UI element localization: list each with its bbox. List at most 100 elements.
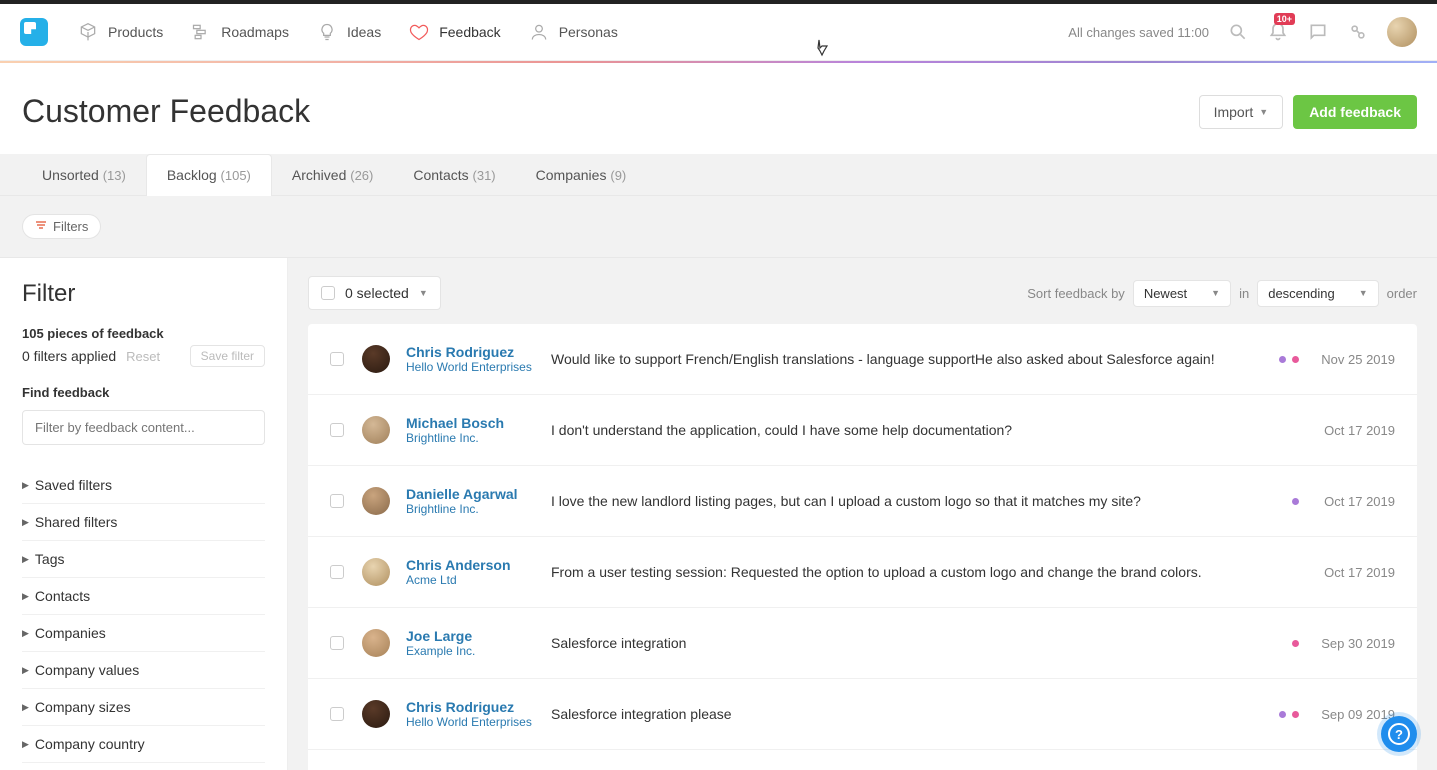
filter-section-label: Tags <box>35 551 65 567</box>
nav-products[interactable]: Products <box>78 22 163 42</box>
contact-name[interactable]: Michael Bosch <box>406 415 551 431</box>
tab-contacts[interactable]: Contacts (31) <box>393 154 515 195</box>
filter-section[interactable]: ▶Saved filters <box>22 467 265 504</box>
nav-roadmaps[interactable]: Roadmaps <box>191 22 289 42</box>
feedback-row[interactable]: Danielle AgarwalBrightline Inc.I love th… <box>308 466 1417 537</box>
sort-field-select[interactable]: Newest ▼ <box>1133 280 1231 307</box>
contact-avatar[interactable] <box>362 629 390 657</box>
chat-icon[interactable] <box>1307 21 1329 43</box>
bulb-icon <box>317 22 337 42</box>
main: Filter 105 pieces of feedback 0 filters … <box>0 258 1437 770</box>
filter-section[interactable]: ▶Company values <box>22 652 265 689</box>
contact-name[interactable]: Chris Anderson <box>406 557 551 573</box>
feedback-row[interactable]: Chris RodriguezHello World EnterprisesWo… <box>308 324 1417 395</box>
row-checkbox[interactable] <box>330 494 344 508</box>
contact-avatar[interactable] <box>362 345 390 373</box>
nav-personas[interactable]: Personas <box>529 22 618 42</box>
filter-section-label: Company values <box>35 662 139 678</box>
filter-section-label: Contacts <box>35 588 90 604</box>
search-icon[interactable] <box>1227 21 1249 43</box>
tab-label: Contacts <box>413 167 468 183</box>
nav-label: Products <box>108 24 163 40</box>
nav-label: Personas <box>559 24 618 40</box>
row-checkbox[interactable] <box>330 352 344 366</box>
feedback-text: From a user testing session: Requested t… <box>551 564 1299 580</box>
reset-link[interactable]: Reset <box>126 349 160 364</box>
tab-count: (26) <box>350 168 373 183</box>
filter-section[interactable]: ▶Tags <box>22 541 265 578</box>
help-button[interactable]: ? <box>1381 716 1417 752</box>
feedback-text: I don't understand the application, coul… <box>551 422 1299 438</box>
accent-gradient <box>0 61 1437 63</box>
filter-section[interactable]: ▶Contacts <box>22 578 265 615</box>
contact-block: Danielle AgarwalBrightline Inc. <box>406 486 551 516</box>
content-toolbar: 0 selected ▼ Sort feedback by Newest ▼ i… <box>308 276 1417 310</box>
feedback-row[interactable]: Chris RodriguezHello World EnterprisesSa… <box>308 679 1417 750</box>
tab-companies[interactable]: Companies (9) <box>516 154 647 195</box>
filter-section[interactable]: ▶Job Roles <box>22 763 265 770</box>
sort-order-select[interactable]: descending ▼ <box>1257 280 1378 307</box>
activity-icon[interactable] <box>1347 21 1369 43</box>
sort-suffix: order <box>1387 286 1417 301</box>
add-feedback-button[interactable]: Add feedback <box>1293 95 1417 129</box>
contact-company[interactable]: Acme Ltd <box>406 573 551 587</box>
contact-block: Chris AndersonAcme Ltd <box>406 557 551 587</box>
feedback-text: Salesforce integration <box>551 635 1292 651</box>
contact-avatar[interactable] <box>362 487 390 515</box>
filter-section[interactable]: ▶Companies <box>22 615 265 652</box>
filter-section[interactable]: ▶Company country <box>22 726 265 763</box>
chevron-down-icon: ▼ <box>1211 288 1220 298</box>
page-title: Customer Feedback <box>22 93 310 130</box>
filter-section[interactable]: ▶Company sizes <box>22 689 265 726</box>
row-checkbox[interactable] <box>330 707 344 721</box>
contact-avatar[interactable] <box>362 416 390 444</box>
nav-items: Products Roadmaps Ideas Feedback Persona… <box>78 22 618 42</box>
select-all-checkbox[interactable] <box>321 286 335 300</box>
feedback-row[interactable]: Gary StuartGary is looking for faq docum… <box>308 750 1417 770</box>
row-checkbox[interactable] <box>330 423 344 437</box>
tab-archived[interactable]: Archived (26) <box>272 154 393 195</box>
app-logo[interactable] <box>20 18 48 46</box>
feedback-date: Nov 25 2019 <box>1317 352 1395 367</box>
nav-ideas[interactable]: Ideas <box>317 22 381 42</box>
feedback-text: Would like to support French/English tra… <box>551 351 1279 367</box>
selected-dropdown[interactable]: 0 selected ▼ <box>308 276 441 310</box>
contact-company[interactable]: Example Inc. <box>406 644 551 658</box>
feedback-row[interactable]: Chris AndersonAcme LtdFrom a user testin… <box>308 537 1417 608</box>
tab-backlog[interactable]: Backlog (105) <box>146 154 272 196</box>
tab-count: (31) <box>473 168 496 183</box>
contact-name[interactable]: Joe Large <box>406 628 551 644</box>
contact-name[interactable]: Chris Rodriguez <box>406 344 551 360</box>
contact-avatar[interactable] <box>362 700 390 728</box>
filter-section[interactable]: ▶Shared filters <box>22 504 265 541</box>
contact-company[interactable]: Hello World Enterprises <box>406 715 551 729</box>
tag-dot <box>1292 356 1299 363</box>
contact-name[interactable]: Danielle Agarwal <box>406 486 551 502</box>
roadmap-icon <box>191 22 211 42</box>
filters-chip[interactable]: Filters <box>22 214 101 239</box>
notification-badge: 10+ <box>1274 13 1295 25</box>
contact-avatar[interactable] <box>362 558 390 586</box>
contact-name[interactable]: Chris Rodriguez <box>406 699 551 715</box>
row-checkbox[interactable] <box>330 636 344 650</box>
tag-dot <box>1279 356 1286 363</box>
contact-company[interactable]: Brightline Inc. <box>406 502 551 516</box>
nav-feedback[interactable]: Feedback <box>409 22 500 42</box>
sidebar-title: Filter <box>22 280 265 308</box>
heart-icon <box>409 22 429 42</box>
feedback-row[interactable]: Michael BoschBrightline Inc.I don't unde… <box>308 395 1417 466</box>
feedback-date: Oct 17 2019 <box>1317 565 1395 580</box>
contact-company[interactable]: Hello World Enterprises <box>406 360 551 374</box>
save-filter-button[interactable]: Save filter <box>190 345 265 367</box>
feedback-text: Salesforce integration please <box>551 706 1279 722</box>
filter-input[interactable] <box>22 410 265 445</box>
feedback-row[interactable]: Joe LargeExample Inc.Salesforce integrat… <box>308 608 1417 679</box>
row-checkbox[interactable] <box>330 565 344 579</box>
tab-unsorted[interactable]: Unsorted (13) <box>22 154 146 195</box>
user-avatar[interactable] <box>1387 17 1417 47</box>
contact-company[interactable]: Brightline Inc. <box>406 431 551 445</box>
import-button[interactable]: Import ▼ <box>1199 95 1284 129</box>
contact-block: Chris RodriguezHello World Enterprises <box>406 344 551 374</box>
chevron-down-icon: ▼ <box>1359 288 1368 298</box>
bell-icon[interactable]: 10+ <box>1267 21 1289 43</box>
